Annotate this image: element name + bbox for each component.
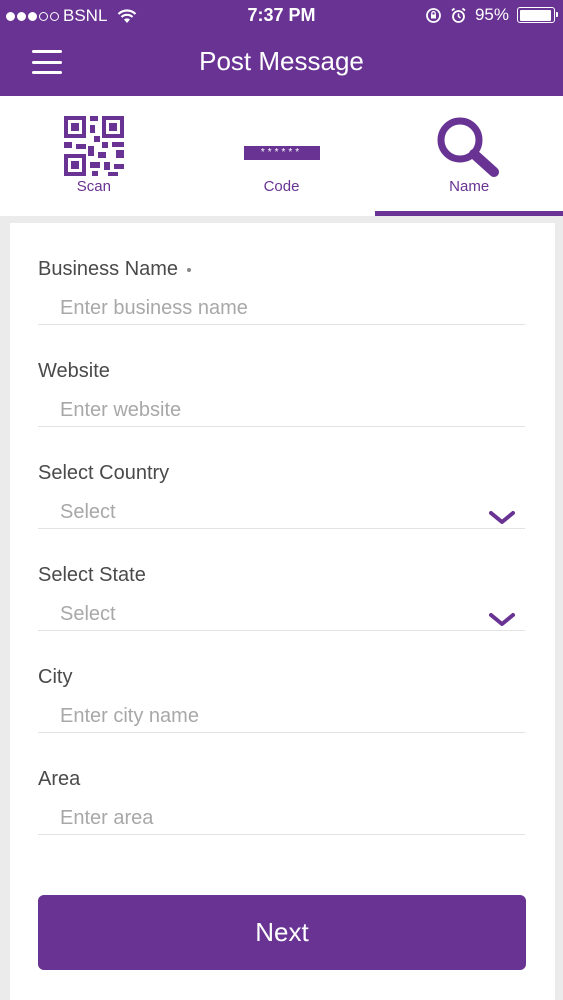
chevron-down-icon[interactable] [489,613,515,627]
status-right: 95% [425,5,558,25]
tab-code[interactable]: ****** Code [188,96,376,216]
tab-label-code: Code [263,178,300,195]
area-field: Area [38,733,525,835]
required-indicator [187,267,192,272]
page-title: Post Message [199,46,364,76]
battery-percent: 95% [474,5,509,24]
tab-scan[interactable]: Scan [0,96,188,216]
state-label: Select State [38,564,146,586]
area-label: Area [38,768,81,790]
search-icon [437,117,500,177]
state-field[interactable]: Select State Select [38,529,525,631]
form-card: Business Name Website Select Country Sel… [10,223,555,1000]
orientation-lock-icon [426,7,441,23]
status-bar: BSNL 7:37 PM 95% [0,0,563,32]
tab-name[interactable]: Name [375,96,563,216]
qr-code-icon [63,116,124,176]
search-mode-tabs: Scan ****** Code Name [0,96,563,216]
website-label: Website [38,360,110,382]
city-field: City [38,631,525,733]
business-name-input[interactable] [60,297,500,320]
country-label: Select Country [38,462,170,484]
website-input[interactable] [60,399,500,422]
city-input[interactable] [60,705,500,728]
tab-label-scan: Scan [76,178,111,195]
battery-icon [517,7,558,23]
alarm-icon [451,7,466,23]
state-select[interactable]: Select [60,603,500,626]
business-name-field: Business Name [38,223,525,325]
country-select[interactable]: Select [60,501,500,524]
area-input[interactable] [60,807,500,830]
website-field: Website [38,325,525,427]
battery-fill [519,9,551,21]
country-field[interactable]: Select Country Select [38,427,525,529]
chevron-down-icon[interactable] [489,511,515,525]
tab-label-name: Name [449,178,490,195]
code-stars-icon: ****** [243,146,320,160]
business-name-label: Business Name [38,258,192,281]
app-header: BSNL 7:37 PM 95% Post Message [0,0,563,96]
next-button[interactable]: Next [38,895,526,970]
city-label: City [38,666,73,688]
